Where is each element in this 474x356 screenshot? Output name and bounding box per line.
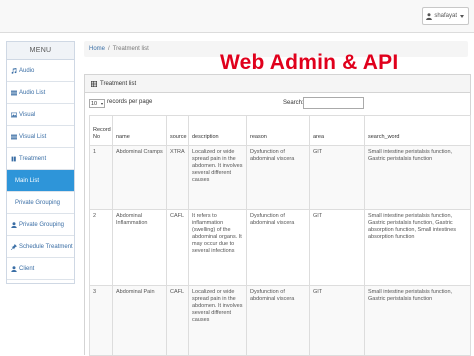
column-header-search-word[interactable]: search_word xyxy=(364,115,471,146)
sidebar-item-label: Treatment xyxy=(19,155,47,162)
sidebar-item-label: Visual List xyxy=(19,133,47,140)
cell-description: Localized or wide spread pain in the abd… xyxy=(188,145,247,210)
cell-area: GIT xyxy=(309,145,365,210)
sidebar-item-label: Client xyxy=(19,265,35,272)
promo-overlay-title: Web Admin & API xyxy=(220,51,399,74)
chevron-down-icon xyxy=(101,103,103,105)
table-row[interactable]: 1 Abdominal Cramps XTRA Localized or wid… xyxy=(89,145,471,210)
column-header-description[interactable]: description xyxy=(188,115,247,146)
user-menu-button[interactable]: shafayat xyxy=(422,7,469,25)
cell-description: It refers to inflammation (swelling) of … xyxy=(188,209,247,286)
list-icon xyxy=(11,90,17,95)
cell-reason: Dysfunction of abdominal viscera xyxy=(246,209,310,286)
column-header-reason[interactable]: reason xyxy=(246,115,310,146)
treatment-list-panel: Treatment list 10 records per page Searc… xyxy=(84,74,471,356)
cell-record-no: 2 xyxy=(89,209,113,286)
cell-source: CAFL xyxy=(166,209,189,286)
cell-search-word: Small intestine peristalsis function, Ga… xyxy=(364,145,471,210)
sidebar-item-treatment[interactable]: Treatment xyxy=(7,148,74,170)
sidebar-item-label: Audio xyxy=(19,67,35,74)
column-header-name[interactable]: name xyxy=(112,115,167,146)
sidebar-item-audio-list[interactable]: Audio List xyxy=(7,82,74,104)
sidebar-item-private-grouping-sub[interactable]: Private Grouping xyxy=(7,192,74,214)
records-per-page-select[interactable]: 10 xyxy=(89,99,105,108)
user-name: shafayat xyxy=(434,13,457,19)
panel-title: Treatment list xyxy=(100,80,137,87)
breadcrumb-current: Treatment list xyxy=(112,46,149,52)
cell-reason: Dysfunction of abdominal viscera xyxy=(246,145,310,210)
cell-source: XTRA xyxy=(166,145,189,210)
sidebar-item-audio[interactable]: Audio xyxy=(7,60,74,82)
table-icon xyxy=(91,80,97,87)
search-input[interactable] xyxy=(303,97,364,109)
list-icon xyxy=(11,134,17,139)
cell-search-word: Small intestine peristalsis function, Ga… xyxy=(364,209,471,286)
image-icon xyxy=(11,112,17,117)
sidebar-item-visual-list[interactable]: Visual List xyxy=(7,126,74,148)
sidebar-item-label: Main List xyxy=(15,177,40,184)
sidebar-item-schedule-treatment[interactable]: Schedule Treatment xyxy=(7,236,74,258)
user-icon xyxy=(11,265,17,272)
chevron-down-icon xyxy=(460,14,464,18)
sidebar-item-client[interactable]: Client xyxy=(7,258,74,280)
search-label: Search: xyxy=(283,100,304,106)
records-per-page-value: 10 xyxy=(91,101,98,107)
cell-name: Abdominal Pain xyxy=(112,285,167,356)
sidebar-menu: MENU Audio Audio List Visual Visual List… xyxy=(6,41,75,284)
breadcrumb-separator: / xyxy=(108,46,110,52)
panel-heading: Treatment list xyxy=(85,75,470,93)
breadcrumb-home-link[interactable]: Home xyxy=(89,46,105,52)
pin-icon xyxy=(11,243,17,250)
sidebar-item-main-list[interactable]: Main List xyxy=(7,170,74,192)
sidebar-item-private-grouping[interactable]: Private Grouping xyxy=(7,214,74,236)
sidebar-item-label: Audio List xyxy=(19,89,46,96)
cell-area: GIT xyxy=(309,285,365,356)
cell-reason: Dysfunction of abdominal viscera xyxy=(246,285,310,356)
cell-search-word: Small intestine peristalsis function, Ga… xyxy=(364,285,471,356)
sidebar-item-label: Private Grouping xyxy=(15,199,61,206)
column-header-record-no[interactable]: Record No xyxy=(89,115,113,146)
music-icon xyxy=(11,67,17,74)
records-per-page-label: records per page xyxy=(107,99,153,105)
cell-name: Abdominal Inflammation xyxy=(112,209,167,286)
sidebar-item-label: Visual xyxy=(19,111,36,118)
user-icon xyxy=(426,12,433,20)
column-header-area[interactable]: area xyxy=(309,115,365,146)
treatment-icon xyxy=(11,156,16,161)
table-row[interactable]: 3 Abdominal Pain CAFL Localized or wide … xyxy=(89,285,471,356)
treatment-table: Record No name source description reason… xyxy=(89,115,471,356)
table-row[interactable]: 2 Abdominal Inflammation CAFL It refers … xyxy=(89,209,471,286)
cell-area: GIT xyxy=(309,209,365,286)
sidebar-item-visual[interactable]: Visual xyxy=(7,104,74,126)
menu-title: MENU xyxy=(7,42,74,60)
table-header-row: Record No name source description reason… xyxy=(89,115,471,146)
sidebar-item-label: Schedule Treatment xyxy=(19,243,73,250)
cell-name: Abdominal Cramps xyxy=(112,145,167,210)
cell-description: Localized or wide spread pain in the abd… xyxy=(188,285,247,356)
cell-record-no: 3 xyxy=(89,285,113,356)
sidebar-item-label: Private Grouping xyxy=(19,221,65,228)
cell-source: CAFL xyxy=(166,285,189,356)
column-header-source[interactable]: source xyxy=(166,115,189,146)
table-controls: 10 records per page Search: xyxy=(85,93,470,113)
top-navbar: shafayat xyxy=(0,0,474,33)
cell-record-no: 1 xyxy=(89,145,113,210)
user-icon xyxy=(11,221,17,228)
